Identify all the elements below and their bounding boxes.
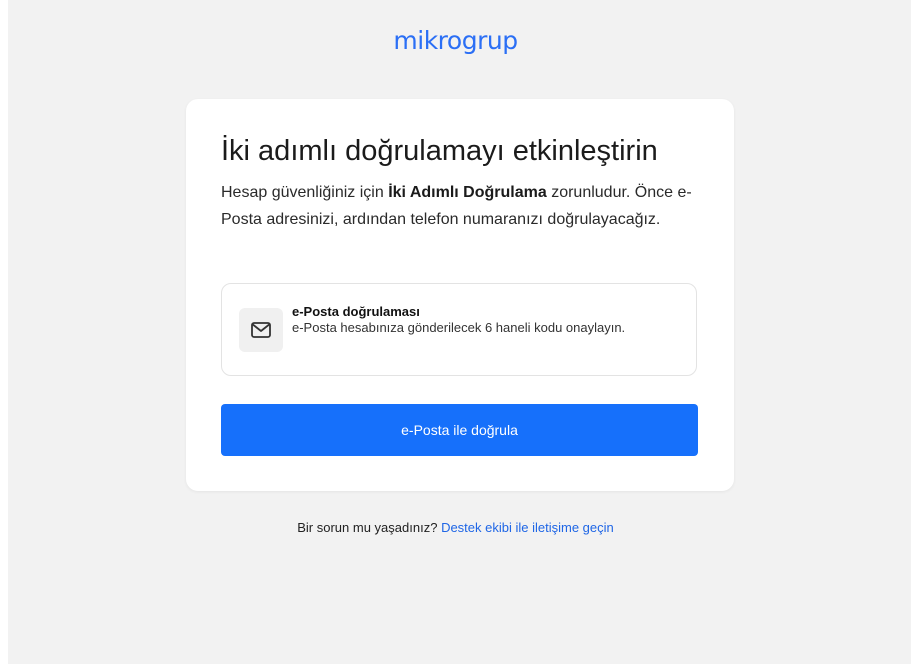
mail-icon-svg xyxy=(251,322,271,338)
verify-email-button[interactable]: e-Posta ile doğrula xyxy=(221,404,698,456)
card-description: Hesap güvenliğiniz için İki Adımlı Doğru… xyxy=(221,179,706,233)
description-emphasis: İki Adımlı Doğrulama xyxy=(388,184,547,201)
two-factor-card: İki adımlı doğrulamayı etkinleştirin Hes… xyxy=(186,99,734,491)
description-text-start: Hesap güvenliğiniz için xyxy=(221,184,389,201)
mail-icon xyxy=(239,308,283,352)
support-footer: Bir sorun mu yaşadınız? Destek ekibi ile… xyxy=(0,520,911,535)
option-description: e-Posta hesabınıza gönderilecek 6 haneli… xyxy=(292,320,626,335)
option-title: e-Posta doğrulaması xyxy=(292,304,420,319)
support-contact-link[interactable]: Destek ekibi ile iletişime geçin xyxy=(441,520,614,535)
page-title: İki adımlı doğrulamayı etkinleştirin xyxy=(221,135,658,167)
mikrogrup-logo: mikrogrup xyxy=(393,26,518,55)
email-verification-option[interactable]: e-Posta doğrulaması e-Posta hesabınıza g… xyxy=(221,283,697,376)
footer-question: Bir sorun mu yaşadınız? xyxy=(297,520,438,535)
